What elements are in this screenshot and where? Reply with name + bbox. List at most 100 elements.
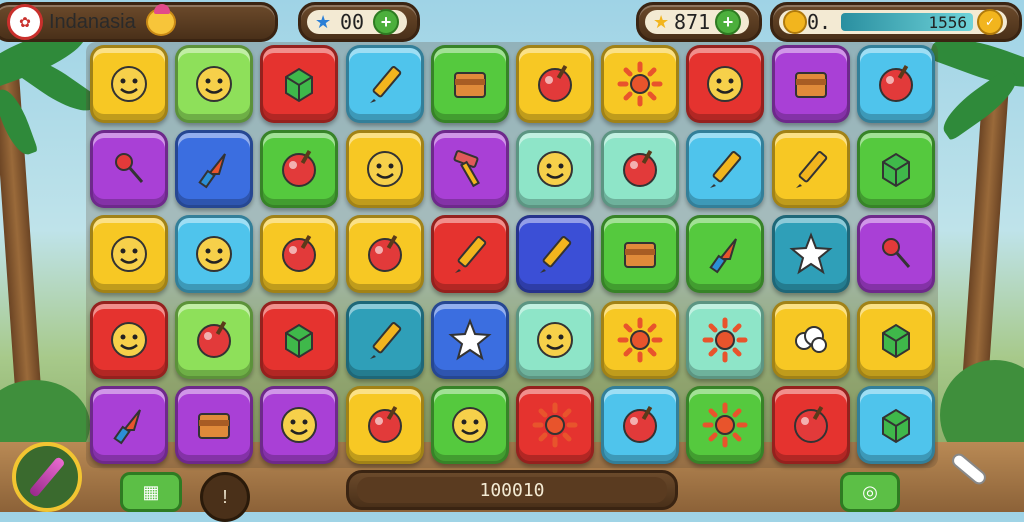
tile-cube[interactable] [856,130,935,209]
tile-rocket[interactable] [90,385,168,464]
ball-icon [197,320,232,358]
tile-face[interactable] [90,45,168,123]
coin-icon [783,10,807,34]
cube-icon [881,323,910,358]
trophy-icon[interactable]: ✓ [977,9,1003,35]
moves-value: 00 [340,10,365,34]
tile-cube[interactable] [856,385,935,464]
cube-icon [881,408,910,443]
tile-ball[interactable] [345,215,424,294]
tile-sun[interactable] [516,385,594,464]
tile-star[interactable] [430,300,509,379]
tile-lollipop[interactable] [856,215,935,294]
grid-booster-button[interactable]: ▦ [120,472,182,512]
score-panel: 0. 1556 ✓ [770,2,1022,42]
tile-sun[interactable] [601,300,680,379]
tile-sun[interactable] [601,45,680,123]
tile-lollipop[interactable] [90,130,168,209]
tile-sun[interactable] [686,385,765,464]
tile-face[interactable] [345,130,424,209]
tile-ball[interactable] [856,45,935,123]
shuffle-booster-button[interactable]: ◎ [840,472,900,512]
pencil-icon [369,321,401,359]
tile-rocket[interactable] [686,215,765,294]
lollipop-icon [881,238,910,269]
star-icon [789,232,833,275]
tile-cube[interactable] [260,45,339,123]
tile-hammer[interactable] [430,130,509,209]
tile-face[interactable] [686,45,765,123]
face-icon [196,236,233,273]
tile-face[interactable] [175,215,254,294]
tile-ball[interactable] [260,130,339,209]
bone-booster-button[interactable] [946,446,992,492]
tile-ball[interactable] [175,300,254,379]
sun-icon [702,402,748,448]
tile-box[interactable] [175,385,254,464]
tile-star[interactable] [771,215,850,294]
tile-face[interactable] [175,45,254,123]
hint-button[interactable]: ! [200,472,250,522]
tile-cloud[interactable] [771,300,850,379]
ball-icon [793,405,828,443]
tile-sun[interactable] [686,300,765,379]
pencil-icon [795,151,827,189]
rocket-icon [113,409,141,445]
gem-icon: ★ [315,11,332,32]
add-moves-button[interactable]: + [372,9,399,35]
tile-rocket[interactable] [175,130,254,209]
tile-face[interactable] [430,385,509,464]
ball-icon [282,235,317,273]
tile-pencil[interactable] [516,215,594,294]
tile-face[interactable] [516,130,594,209]
tile-pencil[interactable] [345,45,424,123]
tile-ball[interactable] [601,385,680,464]
stars-value: 871 [674,10,711,34]
tile-ball[interactable] [345,385,424,464]
score-progress-bar: 1556 [841,13,973,32]
bone-icon [951,453,987,485]
star-icon: ★ [653,11,670,32]
level-title: Indanasia [49,10,136,33]
tile-face[interactable] [90,215,168,294]
add-stars-button[interactable]: + [714,9,741,35]
level-title-panel: ✿ Indanasia [0,2,278,42]
tile-ball[interactable] [601,130,680,209]
pencil-icon [540,236,572,274]
ball-icon [367,405,402,443]
tile-box[interactable] [601,215,680,294]
tile-pencil[interactable] [345,300,424,379]
tile-cube[interactable] [856,300,935,379]
tile-ball[interactable] [771,385,850,464]
tile-box[interactable] [771,45,850,123]
tile-cube[interactable] [260,300,339,379]
ball-icon [367,235,402,273]
pencil-icon [710,151,742,189]
ball-icon [623,150,658,188]
tile-pencil[interactable] [430,215,509,294]
ball-icon [538,64,572,102]
cube-icon [285,323,314,358]
cube-icon [285,67,314,103]
star-icon [448,317,492,360]
tile-face[interactable] [516,300,594,379]
box-icon [794,72,827,98]
sun-icon [532,402,578,448]
moves-counter: ★ 00 + [298,2,420,42]
tile-box[interactable] [430,45,509,123]
mascot-icon [145,4,176,36]
face-icon [537,321,573,358]
tile-pencil[interactable] [686,130,765,209]
coins-value: 0. [807,10,832,34]
game-board [86,42,938,468]
tile-face[interactable] [260,385,339,464]
flag-icon[interactable]: ✿ [7,4,43,40]
tile-pencil[interactable] [771,130,850,209]
rocket-icon [198,153,227,189]
tile-ball[interactable] [260,215,339,294]
magic-wand-button[interactable] [12,442,82,512]
pencil-icon [454,236,487,274]
tile-ball[interactable] [516,45,594,123]
target-icon: ◎ [862,481,878,502]
tile-face[interactable] [90,300,168,379]
